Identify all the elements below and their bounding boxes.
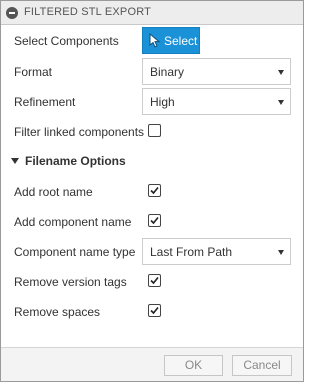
dialog-titlebar: FILTERED STL EXPORT xyxy=(1,1,303,25)
checkmark-icon xyxy=(150,276,159,285)
add-root-name-checkbox[interactable] xyxy=(148,184,161,197)
refinement-dropdown[interactable]: High xyxy=(142,88,291,115)
component-name-type-dropdown[interactable]: Last From Path xyxy=(142,238,291,265)
dialog-title: FILTERED STL EXPORT xyxy=(24,6,152,18)
select-components-button[interactable]: Select xyxy=(142,27,200,54)
dialog-footer: OK Cancel xyxy=(1,347,303,381)
filename-options-header[interactable]: Filename Options xyxy=(11,154,126,168)
dropdown-arrow-icon xyxy=(278,100,284,105)
component-name-type-value: Last From Path xyxy=(150,245,233,259)
triangle-down-icon xyxy=(11,157,19,164)
filter-linked-label: Filter linked components xyxy=(14,125,145,139)
remove-version-tags-label: Remove version tags xyxy=(14,275,127,289)
remove-spaces-checkbox[interactable] xyxy=(148,304,161,317)
filter-linked-checkbox[interactable] xyxy=(148,124,161,137)
format-dropdown[interactable]: Binary xyxy=(142,58,291,85)
ok-button[interactable]: OK xyxy=(164,355,223,376)
add-component-name-label: Add component name xyxy=(14,215,132,229)
select-components-label: Select Components xyxy=(14,34,119,48)
remove-version-tags-checkbox[interactable] xyxy=(148,274,161,287)
refinement-value: High xyxy=(150,95,175,109)
cursor-arrow-icon xyxy=(149,32,161,51)
dropdown-arrow-icon xyxy=(278,70,284,75)
add-component-name-checkbox[interactable] xyxy=(148,214,161,227)
filtered-stl-export-dialog: FILTERED STL EXPORT Select Components Se… xyxy=(0,0,304,382)
remove-spaces-label: Remove spaces xyxy=(14,305,101,319)
cancel-button[interactable]: Cancel xyxy=(232,355,292,376)
format-label: Format xyxy=(14,65,53,79)
dropdown-arrow-icon xyxy=(278,250,284,255)
collapse-icon[interactable] xyxy=(6,7,18,19)
format-value: Binary xyxy=(150,65,185,79)
checkmark-icon xyxy=(150,306,159,315)
checkmark-icon xyxy=(150,216,159,225)
select-button-label: Select xyxy=(164,34,198,48)
checkmark-icon xyxy=(150,186,159,195)
refinement-label: Refinement xyxy=(14,95,76,109)
filename-options-title: Filename Options xyxy=(25,154,126,168)
component-name-type-label: Component name type xyxy=(14,245,136,259)
add-root-name-label: Add root name xyxy=(14,185,93,199)
